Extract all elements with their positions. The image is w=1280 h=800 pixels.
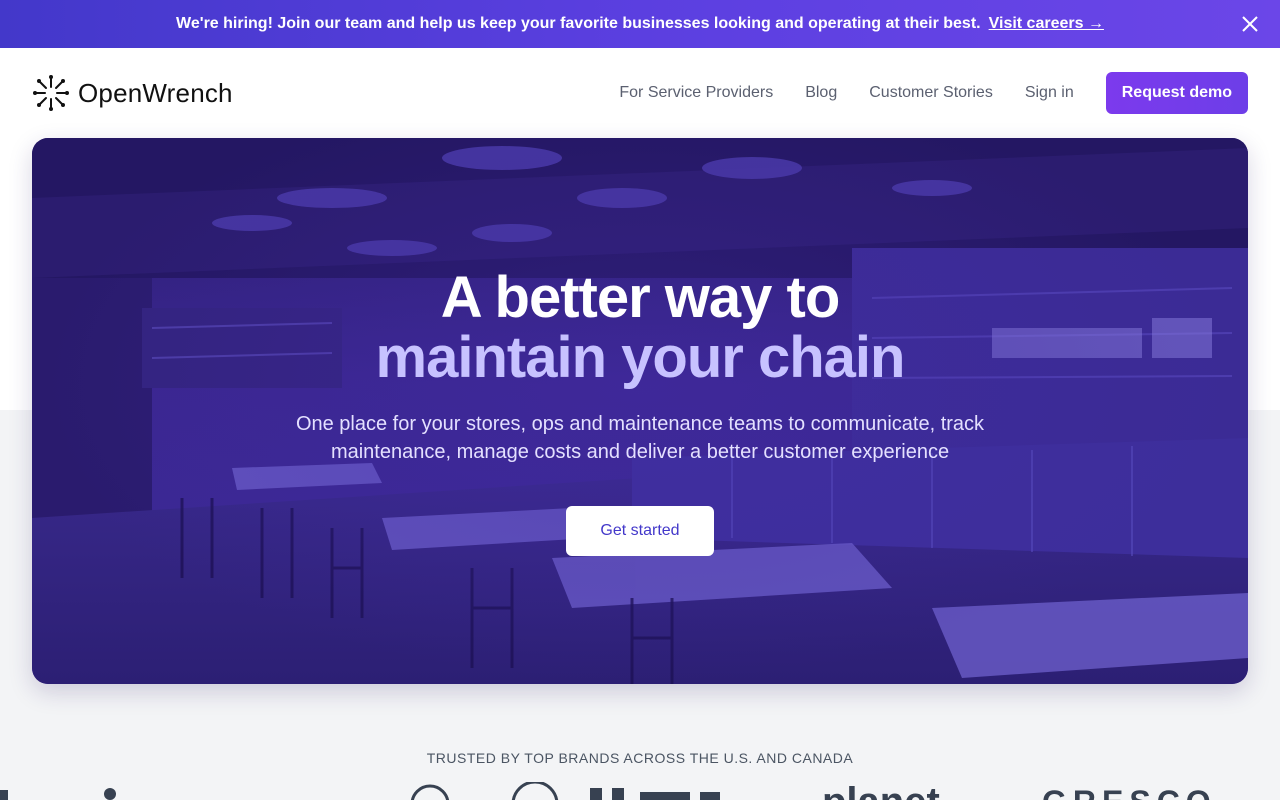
close-icon[interactable] bbox=[1240, 14, 1260, 34]
brand-planet: planet bbox=[822, 782, 940, 800]
nav-links: For Service Providers Blog Customer Stor… bbox=[587, 72, 1248, 114]
hero-content: A better way to maintain your chain One … bbox=[32, 138, 1248, 684]
nav-link-service-providers[interactable]: For Service Providers bbox=[619, 84, 773, 102]
brand-logos: planet GRESCO bbox=[0, 782, 1280, 800]
hero-title-line2: maintain your chain bbox=[375, 325, 906, 390]
hero-title: A better way to maintain your chain bbox=[32, 268, 1248, 388]
hero-subtitle: One place for your stores, ops and maint… bbox=[295, 413, 985, 463]
hero-title-line1: A better way to bbox=[440, 265, 841, 330]
nav-link-sign-in[interactable]: Sign in bbox=[1025, 84, 1074, 102]
announcement-banner: We're hiring! Join our team and help us … bbox=[0, 0, 1280, 48]
nav-link-customer-stories[interactable]: Customer Stories bbox=[869, 84, 993, 102]
trusted-by-label: TRUSTED BY TOP BRANDS ACROSS THE U.S. AN… bbox=[426, 750, 854, 766]
get-started-button[interactable]: Get started bbox=[566, 506, 714, 556]
request-demo-button[interactable]: Request demo bbox=[1105, 72, 1248, 114]
visit-careers-link[interactable]: Visit careers → bbox=[989, 15, 1104, 33]
top-nav: OpenWrench For Service Providers Blog Cu… bbox=[0, 48, 1280, 138]
logo-text: OpenWrench bbox=[78, 77, 233, 108]
banner-message: We're hiring! Join our team and help us … bbox=[176, 15, 981, 32]
nav-link-blog[interactable]: Blog bbox=[805, 84, 837, 102]
hero-banner: A better way to maintain your chain One … bbox=[32, 138, 1248, 684]
brand-gresco: GRESCO bbox=[1042, 784, 1217, 800]
logo[interactable]: OpenWrench bbox=[32, 74, 233, 112]
burst-logo-icon bbox=[32, 74, 70, 112]
